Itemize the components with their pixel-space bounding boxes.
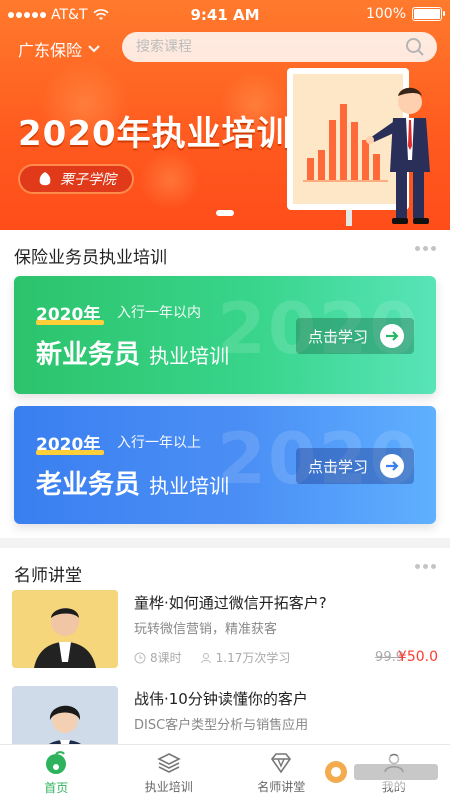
year-underline (36, 320, 104, 325)
learner-count: 1.17万次学习 (216, 649, 291, 666)
chestnut-icon (36, 170, 54, 188)
board-stand (346, 210, 352, 226)
card-title: 老业务员 执业培训 (36, 464, 229, 501)
new-agent-training-card[interactable]: 2020 2020年 入行一年以内 新业务员 执业培训 点击学习 (14, 276, 436, 394)
tab-label: 名师讲堂 (257, 778, 305, 795)
diamond-icon (269, 752, 293, 774)
card-title-main: 老业务员 (36, 470, 140, 500)
tab-home[interactable]: 首页 (0, 745, 113, 801)
firework-decoration (140, 150, 200, 210)
presenter-illustration (360, 80, 440, 230)
course-title: 童桦·如何通过微信开拓客户? (134, 592, 327, 613)
battery-percent: 100% (366, 6, 406, 22)
course-description: DISC客户类型分析与销售应用 (134, 714, 308, 733)
study-button-label: 点击学习 (308, 326, 368, 347)
study-button-label: 点击学习 (308, 456, 368, 477)
tab-label: 首页 (44, 779, 68, 796)
chevron-down-icon (88, 45, 100, 53)
course-item[interactable]: 童桦·如何通过微信开拓客户? 玩转微信营销，精准获客 8课时 1.17万次学习 … (0, 590, 450, 680)
lesson-count: 8课时 (150, 649, 182, 666)
brand-name: 栗子学院 (60, 169, 116, 189)
section-title: 保险业务员执业培训 (14, 243, 167, 268)
section-header: 保险业务员执业培训 (0, 230, 450, 274)
search-input[interactable] (134, 38, 405, 56)
training-section: 保险业务员执业培训 2020 2020年 入行一年以内 新业务员 执业培训 点击… (0, 230, 450, 538)
arrow-right-icon (380, 324, 404, 348)
status-bar: AT&T 9:41 AM 100% (0, 0, 450, 30)
card-title-sub: 执业培训 (149, 344, 229, 368)
watermark-logo (318, 752, 442, 792)
lecturer-photo (12, 590, 118, 668)
year-underline (36, 450, 104, 455)
card-title-sub: 执业培训 (149, 474, 229, 498)
more-icon[interactable] (415, 246, 436, 251)
clock-icon (134, 652, 146, 664)
search-bar[interactable] (122, 32, 437, 62)
user-icon (200, 652, 212, 664)
more-icon[interactable] (415, 564, 436, 569)
layers-icon (157, 752, 181, 774)
arrow-right-icon (380, 454, 404, 478)
location-selector[interactable]: 广东保险 (18, 37, 100, 61)
card-subtitle: 入行一年以内 (117, 302, 201, 322)
course-description: 玩转微信营销，精准获客 (134, 618, 277, 637)
card-subtitle: 入行一年以上 (117, 432, 201, 452)
carousel-indicator[interactable] (216, 210, 234, 216)
study-button[interactable]: 点击学习 (296, 448, 414, 484)
search-icon[interactable] (405, 37, 425, 57)
battery-icon (412, 7, 442, 21)
tab-label: 执业培训 (145, 778, 193, 795)
section-title: 名师讲堂 (14, 561, 82, 586)
course-meta: 8课时 1.17万次学习 (134, 649, 290, 666)
lecture-section: 名师讲堂 童桦·如何通过微信开拓客户? 玩转微信营销，精准获客 8课时 1.17… (0, 548, 450, 744)
location-label: 广东保险 (18, 37, 82, 61)
brand-logo: 栗子学院 (18, 164, 134, 194)
sale-price: ¥50.0 (398, 649, 438, 665)
course-item[interactable]: 战伟·10分钟读懂你的客户 DISC客户类型分析与销售应用 (0, 686, 450, 744)
home-icon (43, 751, 69, 775)
section-header: 名师讲堂 (0, 548, 450, 592)
veteran-agent-training-card[interactable]: 2020 2020年 入行一年以上 老业务员 执业培训 点击学习 (14, 406, 436, 524)
card-title: 新业务员 执业培训 (36, 334, 229, 371)
banner[interactable]: AT&T 9:41 AM 100% 广东保险 2020年执业培训 (0, 0, 450, 230)
course-title: 战伟·10分钟读懂你的客户 (134, 688, 308, 709)
lecturer-photo (12, 686, 118, 744)
tab-training[interactable]: 执业培训 (113, 745, 226, 801)
study-button[interactable]: 点击学习 (296, 318, 414, 354)
banner-title: 2020年执业培训 (18, 106, 292, 155)
card-title-main: 新业务员 (36, 340, 140, 370)
